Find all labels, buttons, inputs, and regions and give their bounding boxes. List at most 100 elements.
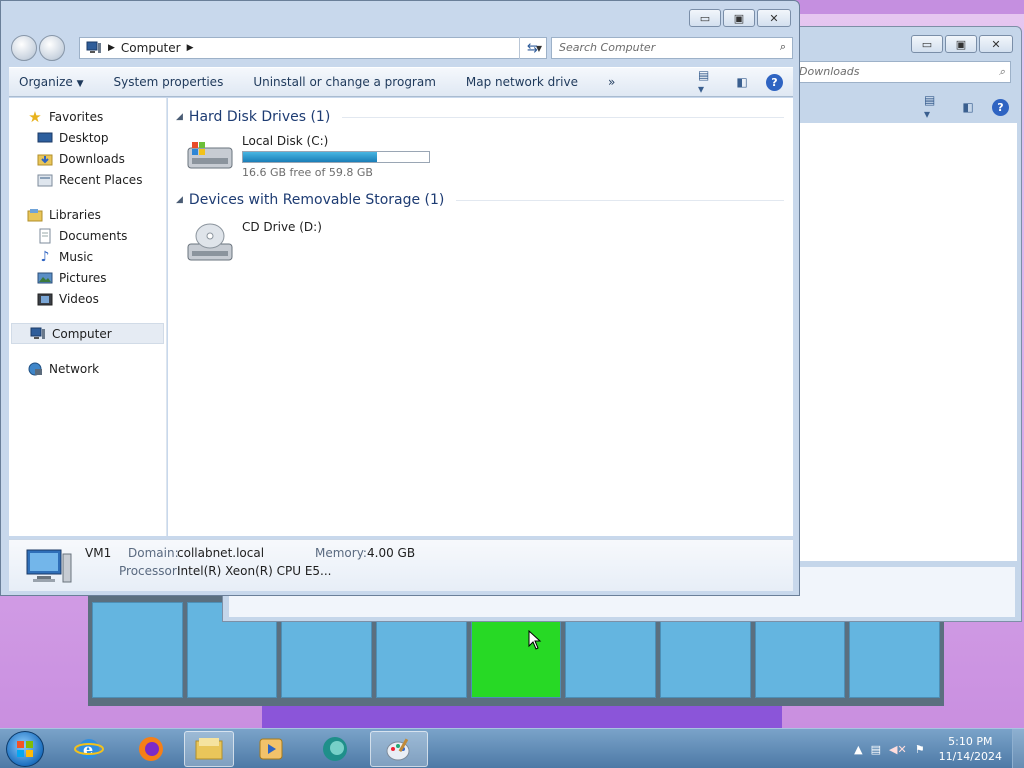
domain-value: collabnet.local: [177, 546, 265, 560]
preview-pane-icon[interactable]: ◧: [732, 72, 752, 92]
caption-buttons: ▭ ▣ ✕: [689, 9, 791, 27]
nav-item-downloads[interactable]: Downloads: [9, 148, 166, 169]
organize-label: Organize: [19, 75, 73, 89]
address-location[interactable]: Computer: [121, 41, 181, 55]
paint-icon: [386, 738, 410, 761]
taskbar-media-player[interactable]: [246, 731, 296, 767]
taskbar-internet-explorer[interactable]: e: [64, 731, 114, 767]
favorites-group: ★ Favorites Desktop Downloads Recent Pla…: [9, 106, 166, 190]
address-bar[interactable]: ▶ Computer ▶ ▼: [79, 37, 547, 59]
nav-label: Recent Places: [59, 172, 143, 187]
refresh-icon[interactable]: ⇆: [519, 37, 545, 59]
uninstall-program-button[interactable]: Uninstall or change a program: [253, 75, 436, 89]
mouse-cursor-icon: [528, 630, 542, 650]
help-icon[interactable]: ?: [992, 98, 1009, 116]
tray-icons: ▲ ▤ ◀✕ ⚑: [854, 743, 924, 756]
firefox-icon: [139, 737, 163, 761]
nav-label: Music: [59, 249, 94, 264]
close-button[interactable]: ✕: [979, 35, 1013, 53]
nav-item-documents[interactable]: Documents: [9, 225, 166, 246]
chat-app-icon: [323, 737, 347, 761]
forward-button[interactable]: [39, 35, 65, 61]
nav-item-network[interactable]: Network: [9, 358, 166, 379]
disk-usage-fill: [243, 152, 377, 162]
removable-group-header[interactable]: ◢ Devices with Removable Storage (1): [176, 189, 784, 211]
collapse-triangle-icon[interactable]: ◢: [176, 195, 183, 205]
chevron-down-icon: ▼: [76, 79, 84, 89]
local-disk-info: Local Disk (C:) 16.6 GB free of 59.8 GB: [242, 134, 430, 179]
computer-window[interactable]: ▭ ▣ ✕ ▶ Computer ▶ ▼ ⇆ Search Computer ⌕…: [0, 0, 800, 596]
nav-label: Favorites: [49, 109, 104, 124]
start-button[interactable]: [6, 731, 44, 767]
nav-label: Libraries: [49, 207, 101, 222]
wallpaper-tile: [92, 602, 183, 698]
nav-item-music[interactable]: ♪ Music: [9, 246, 166, 267]
clock-time: 5:10 PM: [948, 735, 993, 748]
taskbar-firefox[interactable]: [126, 731, 176, 767]
nav-item-pictures[interactable]: Pictures: [9, 267, 166, 288]
nav-item-desktop[interactable]: Desktop: [9, 127, 166, 148]
taskbar-file-explorer[interactable]: [184, 731, 234, 767]
show-desktop-button[interactable]: [1012, 729, 1024, 768]
help-icon[interactable]: ?: [766, 73, 783, 91]
local-disk-item[interactable]: Local Disk (C:) 16.6 GB free of 59.8 GB: [186, 134, 430, 179]
navigation-pane: ★ Favorites Desktop Downloads Recent Pla…: [9, 98, 167, 536]
nav-item-videos[interactable]: Videos: [9, 288, 166, 309]
taskbar: e ▲ ▤ ◀✕ ⚑ 5:10 PM 11/14/2024: [0, 728, 1024, 768]
nav-label: Desktop: [59, 130, 109, 145]
view-options-icon[interactable]: ▤ ▾: [924, 93, 944, 121]
star-icon: ★: [28, 107, 42, 126]
memory-label: Memory:: [315, 546, 367, 560]
search-input[interactable]: Search Computer ⌕: [551, 37, 793, 59]
preview-pane-icon[interactable]: ◧: [958, 97, 978, 117]
cd-drive-item[interactable]: CD Drive (D:): [186, 218, 322, 267]
volume-muted-icon[interactable]: ◀✕: [889, 743, 907, 756]
nav-item-libraries[interactable]: Libraries: [9, 204, 166, 225]
command-bar: Organize ▼ System properties Uninstall o…: [9, 67, 793, 97]
memory-value: 4.00 GB: [367, 546, 416, 560]
nav-label: Downloads: [59, 151, 125, 166]
desktop-icon: [37, 130, 53, 146]
show-hidden-icons-icon[interactable]: ▲: [854, 743, 862, 756]
view-options-icon[interactable]: ▤ ▾: [698, 68, 718, 96]
action-center-flag-icon[interactable]: ⚑: [915, 743, 925, 756]
map-network-drive-button[interactable]: Map network drive: [466, 75, 578, 89]
search-placeholder: Search Computer: [559, 41, 656, 54]
taskbar-paint[interactable]: [370, 731, 428, 767]
back-search-input[interactable]: rch Downloads ⌕: [771, 61, 1011, 83]
nav-item-recent-places[interactable]: Recent Places: [9, 169, 166, 190]
close-button[interactable]: ✕: [757, 9, 791, 27]
system-properties-button[interactable]: System properties: [114, 75, 224, 89]
back-button[interactable]: [11, 35, 37, 61]
collapse-triangle-icon[interactable]: ◢: [176, 112, 183, 122]
taskbar-app-teal[interactable]: [310, 731, 360, 767]
group-divider: [342, 116, 784, 118]
network-tray-icon[interactable]: ▤: [871, 743, 881, 756]
cd-drive-info: CD Drive (D:): [242, 218, 322, 267]
wallpaper-stand: [262, 706, 782, 728]
search-icon: ⌕: [998, 65, 1005, 78]
back-caption-buttons: ▭ ▣ ✕: [911, 35, 1013, 53]
maximize-button[interactable]: ▣: [945, 35, 977, 53]
breadcrumb-arrow-icon[interactable]: ▶: [187, 43, 194, 53]
processor-value: Intel(R) Xeon(R) CPU E5...: [177, 564, 332, 578]
internet-explorer-icon: e: [74, 739, 104, 759]
minimize-button[interactable]: ▭: [911, 35, 943, 53]
minimize-button[interactable]: ▭: [689, 9, 721, 27]
organize-button[interactable]: Organize ▼: [19, 75, 84, 89]
clock[interactable]: 5:10 PM 11/14/2024: [939, 734, 1002, 764]
processor-label: Processor:: [119, 564, 181, 578]
nav-label: Computer: [52, 326, 112, 341]
nav-label: Videos: [59, 291, 99, 306]
maximize-button[interactable]: ▣: [723, 9, 755, 27]
nav-item-computer[interactable]: Computer: [11, 323, 164, 344]
computer-icon: [30, 326, 46, 342]
navigation-bar: ▶ Computer ▶ ▼ ⇆ Search Computer ⌕: [9, 35, 793, 61]
more-commands-button[interactable]: »: [608, 75, 615, 89]
nav-label: Pictures: [59, 270, 107, 285]
breadcrumb-arrow-icon[interactable]: ▶: [108, 43, 115, 53]
search-icon: ⌕: [779, 40, 786, 53]
documents-icon: [37, 228, 53, 244]
hard-disk-group-header[interactable]: ◢ Hard Disk Drives (1): [176, 106, 784, 128]
nav-item-favorites[interactable]: ★ Favorites: [9, 106, 166, 127]
